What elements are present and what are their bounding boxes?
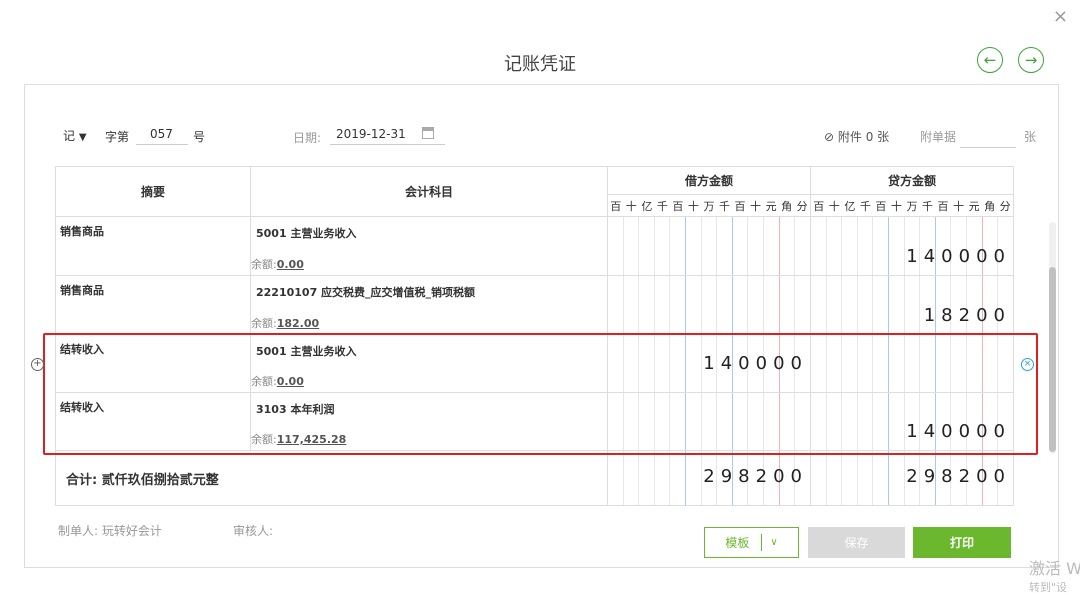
- digit-unit-label: 亿: [844, 199, 856, 213]
- digit-unit-label: 万: [703, 199, 715, 213]
- digit-unit-label: 千: [718, 199, 730, 213]
- digit-unit-label: 千: [859, 199, 871, 213]
- prev-voucher-button[interactable]: ←: [977, 47, 1003, 73]
- chevron-down-icon[interactable]: ∨: [762, 537, 777, 548]
- balance-text: 余额:182.00: [251, 315, 319, 331]
- calendar-icon[interactable]: [422, 127, 434, 139]
- scrollbar-track[interactable]: [1049, 222, 1056, 454]
- credit-digit-units: 百十亿千百十万千百十元角分: [811, 198, 1013, 214]
- receipt-label: 附单据: [920, 130, 957, 144]
- subject-cell[interactable]: 22210107 应交税费_应交增值税_销项税额余额:182.00: [250, 275, 608, 335]
- digit-unit-label: 百: [610, 199, 622, 213]
- voucher-row[interactable]: 销售商品 5001 主营业务收入余额:0.00 140000: [55, 216, 1014, 276]
- digit-unit-label: 十: [890, 199, 902, 213]
- digit-unit-label: 百: [875, 199, 887, 213]
- voucher-type-select[interactable]: 记 ▼: [63, 127, 87, 144]
- balance-label: 余额:: [251, 317, 277, 330]
- summary-cell[interactable]: 销售商品: [55, 216, 251, 276]
- next-voucher-button[interactable]: →: [1018, 47, 1044, 73]
- total-label: 合计:: [66, 472, 98, 488]
- highlight-box: [43, 333, 1038, 455]
- voucher-type-value: 记: [63, 129, 76, 143]
- arrow-right-icon: →: [1024, 51, 1038, 69]
- attachment-link[interactable]: ⊘ 附件 0 张: [824, 128, 889, 145]
- digit-unit-label: 百: [672, 199, 684, 213]
- voucher-number-suffix: 号: [193, 130, 206, 144]
- digit-unit-label: 百: [734, 199, 746, 213]
- col-debit-header: 借方金额: [607, 166, 811, 195]
- subject-text: 22210107 应交税费_应交增值税_销项税额: [256, 286, 476, 299]
- col-summary-header: 摘要: [55, 166, 251, 217]
- watermark-line2: 转到"设: [1029, 581, 1068, 594]
- close-button[interactable]: ×: [1053, 6, 1068, 27]
- credit-amount: 18200: [923, 305, 1011, 326]
- balance-value: 182.00: [276, 317, 320, 330]
- summary-cell[interactable]: 销售商品: [55, 275, 251, 335]
- date-value: 2019-12-31: [336, 127, 406, 141]
- scrollbar-thumb[interactable]: [1049, 267, 1056, 452]
- receipt-unit: 张: [1024, 130, 1037, 144]
- digit-unit-label: 角: [781, 199, 793, 213]
- total-in-words: 贰仟玖佰捌拾贰元整: [101, 472, 219, 488]
- digit-unit-label: 千: [656, 199, 668, 213]
- date-label: 日期:: [293, 131, 322, 145]
- digit-unit-label: 十: [625, 199, 637, 213]
- reviewer-label: 审核人:: [233, 524, 274, 538]
- voucher-number-input[interactable]: 057: [136, 127, 188, 145]
- credit-cell[interactable]: 18200: [810, 275, 1014, 335]
- digit-unit-label: 十: [750, 199, 762, 213]
- summary-text: 销售商品: [60, 225, 104, 238]
- add-row-icon[interactable]: +: [31, 358, 44, 371]
- digit-unit-label: 十: [953, 199, 965, 213]
- digit-unit-label: 角: [984, 199, 996, 213]
- page-title: 记账凭证: [504, 54, 576, 75]
- watermark-line1: 激活 W: [1029, 559, 1080, 578]
- digit-unit-label: 元: [765, 199, 777, 213]
- subject-cell[interactable]: 5001 主营业务收入余额:0.00: [250, 216, 608, 276]
- debit-cell[interactable]: [607, 216, 811, 276]
- voucher-word-label: 字第: [105, 130, 130, 144]
- balance-text: 余额:0.00: [251, 256, 304, 272]
- paperclip-icon: ⊘: [824, 130, 835, 144]
- subject-text: 5001 主营业务收入: [256, 227, 357, 240]
- credit-cell[interactable]: 140000: [810, 216, 1014, 276]
- attachment-count: 附件 0 张: [837, 130, 890, 144]
- digit-unit-label: 百: [937, 199, 949, 213]
- credit-amount: 140000: [906, 246, 1011, 267]
- digit-unit-label: 亿: [641, 199, 653, 213]
- delete-row-icon[interactable]: ×: [1021, 358, 1034, 371]
- digit-unit-label: 万: [906, 199, 918, 213]
- digit-unit-label: 分: [796, 199, 808, 213]
- template-label: 模板: [725, 536, 750, 550]
- digit-unit-label: 十: [828, 199, 840, 213]
- col-subject-header: 会计科目: [250, 166, 608, 217]
- debit-digit-units: 百十亿千百十万千百十元角分: [608, 198, 810, 214]
- digit-unit-label: 十: [687, 199, 699, 213]
- debit-cell[interactable]: [607, 275, 811, 335]
- digit-unit-label: 元: [968, 199, 980, 213]
- save-button[interactable]: 保存: [808, 527, 905, 558]
- total-credit-cell: 298200: [810, 450, 1014, 506]
- receipt-count-input[interactable]: [960, 127, 1016, 148]
- col-credit-header: 贷方金额: [810, 166, 1014, 195]
- balance-value: 0.00: [276, 258, 304, 271]
- total-debit: 298200: [703, 466, 808, 487]
- digit-unit-label: 千: [921, 199, 933, 213]
- digit-unit-label: 百: [813, 199, 825, 213]
- total-debit-cell: 298200: [607, 450, 811, 506]
- caret-down-icon: ▼: [78, 132, 87, 143]
- arrow-left-icon: ←: [983, 51, 997, 69]
- balance-label: 余额:: [251, 258, 277, 271]
- total-row-label: 合计: 贰仟玖佰捌拾贰元整: [55, 450, 608, 506]
- summary-text: 销售商品: [60, 284, 104, 297]
- total-credit: 298200: [906, 466, 1011, 487]
- print-button[interactable]: 打印: [913, 527, 1011, 558]
- voucher-row[interactable]: 销售商品 22210107 应交税费_应交增值税_销项税额 余额:182.00 182…: [55, 275, 1014, 335]
- template-button[interactable]: 模板 ∨: [704, 527, 799, 558]
- digit-unit-label: 分: [999, 199, 1011, 213]
- maker-label: 制单人: 玩转好会计: [58, 524, 162, 538]
